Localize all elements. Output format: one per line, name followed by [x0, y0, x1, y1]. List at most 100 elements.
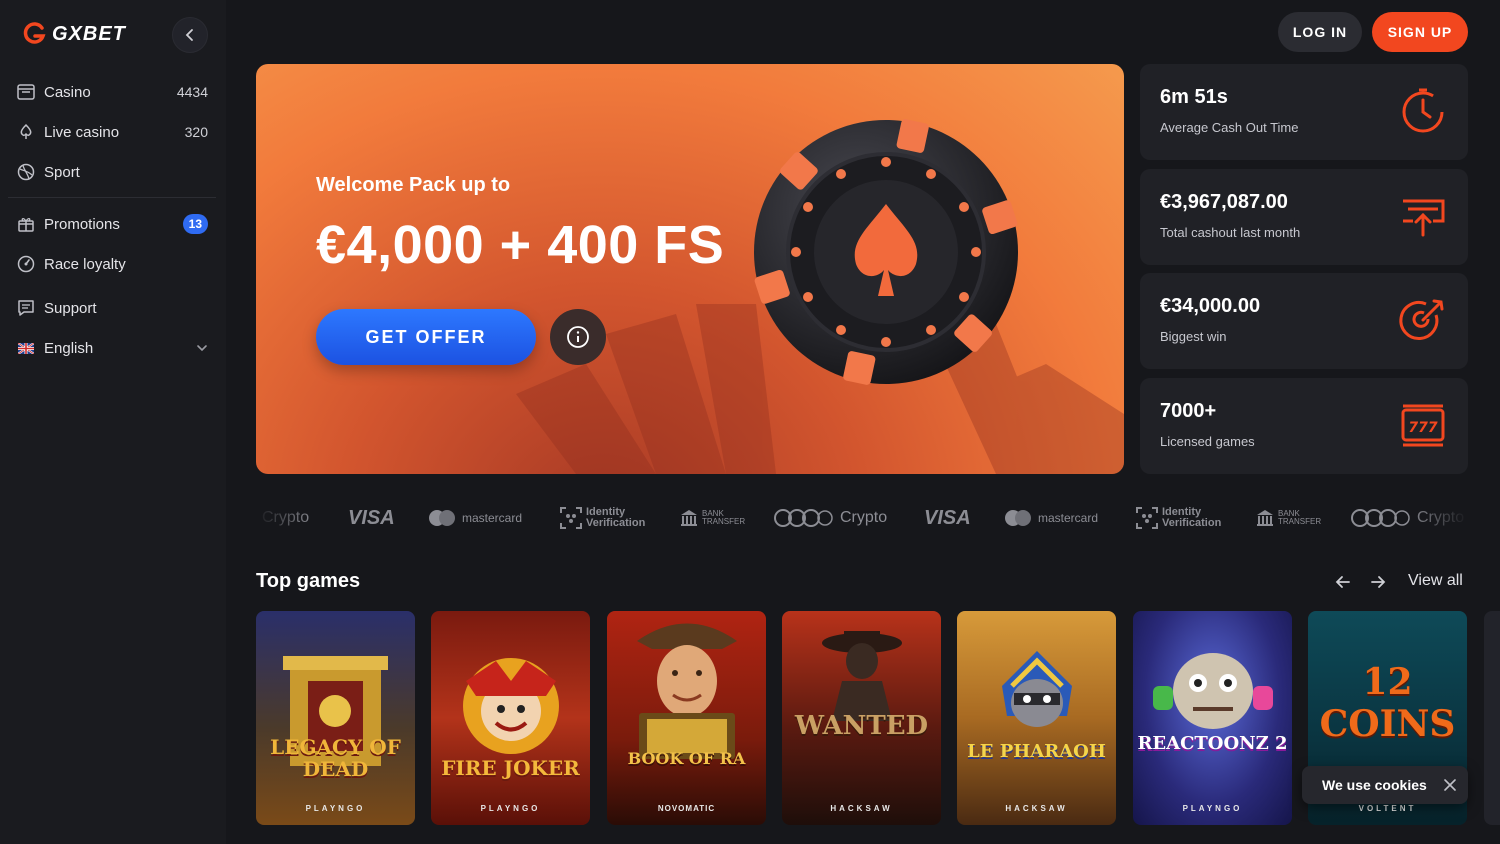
game-title: FIRE JOKER — [441, 756, 580, 780]
hero-subtitle: Welcome Pack up to — [316, 174, 511, 196]
game-card-fire-joker[interactable]: FIRE JOKER PLAYNGO — [431, 611, 590, 825]
payment-crypto: Crypto — [774, 496, 887, 540]
stat-value: €3,967,087.00 — [1160, 191, 1288, 213]
casino-icon — [16, 82, 36, 102]
arrow-left-icon — [1335, 576, 1350, 588]
stat-card-total-cashout: €3,967,087.00 Total cashout last month — [1140, 169, 1468, 265]
sidebar-item-support[interactable]: Support — [8, 288, 216, 328]
logo[interactable]: GXBET — [22, 22, 126, 46]
game-art — [1002, 651, 1072, 727]
stat-label: Average Cash Out Time — [1160, 120, 1299, 135]
signup-button[interactable]: SIGN UP — [1372, 12, 1468, 52]
bank-icon — [1257, 510, 1273, 526]
mastercard-label: mastercard — [462, 511, 523, 525]
gift-icon — [16, 214, 36, 234]
slot-machine-icon: 777 — [1401, 404, 1445, 447]
game-art — [822, 631, 902, 721]
chat-icon — [16, 298, 36, 318]
fade-right — [1408, 496, 1468, 540]
stat-card-cashout-time: 6m 51s Average Cash Out Time — [1140, 64, 1468, 160]
game-title: LEGACY OF DEAD — [270, 735, 401, 781]
target-icon — [1399, 299, 1444, 340]
bank-line2: TRANSFER — [1278, 517, 1322, 526]
identity-icon — [1136, 507, 1158, 529]
game-provider: HACKSAW — [1005, 804, 1068, 813]
view-all-link[interactable]: View all — [1408, 572, 1463, 590]
get-offer-button[interactable]: GET OFFER — [316, 309, 536, 365]
game-card-book-of-ra[interactable]: BOOK OF RA NOVOMATIC — [607, 611, 766, 825]
game-provider: HACKSAW — [830, 804, 893, 813]
next-game-peek — [1484, 611, 1500, 825]
language-label: English — [44, 339, 94, 357]
crypto-coins-icon — [1351, 509, 1410, 527]
game-title: BOOK OF RA — [627, 749, 746, 768]
stat-value: 6m 51s — [1160, 86, 1228, 108]
sidebar-item-sport[interactable]: Sport — [8, 152, 216, 192]
sidebar: GXBET Casino 4434 Live casino 320 Sport … — [0, 0, 226, 844]
sidebar-item-live-casino[interactable]: Live casino 320 — [8, 112, 216, 152]
identity-line2: Verification — [1162, 517, 1222, 529]
collapse-sidebar-button[interactable] — [172, 17, 208, 53]
payment-mastercard: mastercard — [428, 496, 522, 540]
prev-games-button[interactable] — [1331, 570, 1355, 594]
sidebar-item-label: Sport — [44, 163, 80, 181]
game-provider: PLAYNGO — [305, 804, 366, 813]
payment-methods-strip: Crypto VISA mastercard IdentityVerificat… — [256, 496, 1468, 540]
crypto-label: Crypto — [840, 509, 888, 526]
next-games-button[interactable] — [1366, 570, 1390, 594]
sidebar-item-label: Promotions — [44, 215, 120, 233]
game-art — [1153, 653, 1273, 729]
race-icon — [16, 254, 36, 274]
login-button[interactable]: LOG IN — [1278, 12, 1362, 52]
game-card-reactoonz-2[interactable]: REACTOONZ 2 PLAYNGO — [1133, 611, 1292, 825]
mastercard-icon — [429, 510, 455, 526]
identity-icon — [560, 507, 582, 529]
game-title: 12 COINS — [1319, 661, 1456, 745]
close-icon[interactable] — [1444, 779, 1456, 791]
uk-flag-icon — [16, 338, 36, 358]
game-card-legacy-of-dead[interactable]: LEGACY OF DEAD PLAYNGO — [256, 611, 415, 825]
game-title: REACTOONZ 2 — [1137, 733, 1288, 754]
payment-visa: VISA — [924, 506, 971, 529]
bank-icon — [681, 510, 697, 526]
crypto-coins-icon — [774, 509, 833, 527]
game-card-wanted[interactable]: WANTED HACKSAW — [782, 611, 941, 825]
payment-identity-verification: Identity Verification — [1136, 496, 1221, 540]
game-card-le-pharaoh[interactable]: LE PHARAOH HACKSAW — [957, 611, 1116, 825]
sidebar-divider — [8, 197, 216, 198]
fade-left — [256, 496, 316, 540]
top-games-title: Top games — [256, 570, 361, 592]
game-title: WANTED — [794, 711, 929, 741]
promotions-count-badge: 13 — [182, 214, 208, 234]
stat-value: €34,000.00 — [1160, 295, 1261, 317]
sidebar-item-promotions[interactable]: Promotions 13 — [8, 204, 216, 244]
cookie-text: We use cookies — [1322, 777, 1427, 793]
sidebar-item-race-loyalty[interactable]: Race loyalty — [8, 244, 216, 284]
language-selector[interactable]: English — [8, 328, 216, 368]
game-art — [463, 658, 559, 754]
payment-identity-verification: Identity Verification — [560, 496, 645, 540]
hero-banner[interactable]: Welcome Pack up to €4,000 + 400 FS GET O… — [256, 64, 1124, 474]
live-casino-icon — [16, 122, 36, 142]
sidebar-item-casino[interactable]: Casino 4434 — [8, 72, 216, 112]
payment-mastercard: mastercard — [1004, 496, 1098, 540]
chevron-down-icon — [197, 345, 207, 352]
game-art — [637, 623, 737, 717]
hero-title: €4,000 + 400 FS — [316, 215, 725, 275]
stat-value: 7000+ — [1160, 400, 1217, 422]
sidebar-item-label: Support — [44, 299, 97, 317]
chevron-left-icon — [185, 29, 193, 41]
sport-icon — [16, 162, 36, 182]
game-provider: PLAYNGO — [480, 804, 541, 813]
secondary-nav: Promotions 13 Race loyalty Support Engli… — [8, 204, 216, 368]
mastercard-label: mastercard — [1038, 511, 1099, 525]
clock-icon — [1402, 88, 1444, 133]
game-provider: NOVOMATIC — [657, 804, 716, 813]
sidebar-item-label: Race loyalty — [44, 255, 126, 273]
info-button[interactable] — [550, 309, 606, 365]
game-title: LE PHARAOH — [967, 741, 1106, 762]
bank-line2: TRANSFER — [702, 517, 746, 526]
stat-card-licensed-games: 7000+ Licensed games 777 — [1140, 378, 1468, 474]
poker-chip-illustration — [754, 119, 1018, 385]
stat-label: Licensed games — [1160, 434, 1255, 449]
